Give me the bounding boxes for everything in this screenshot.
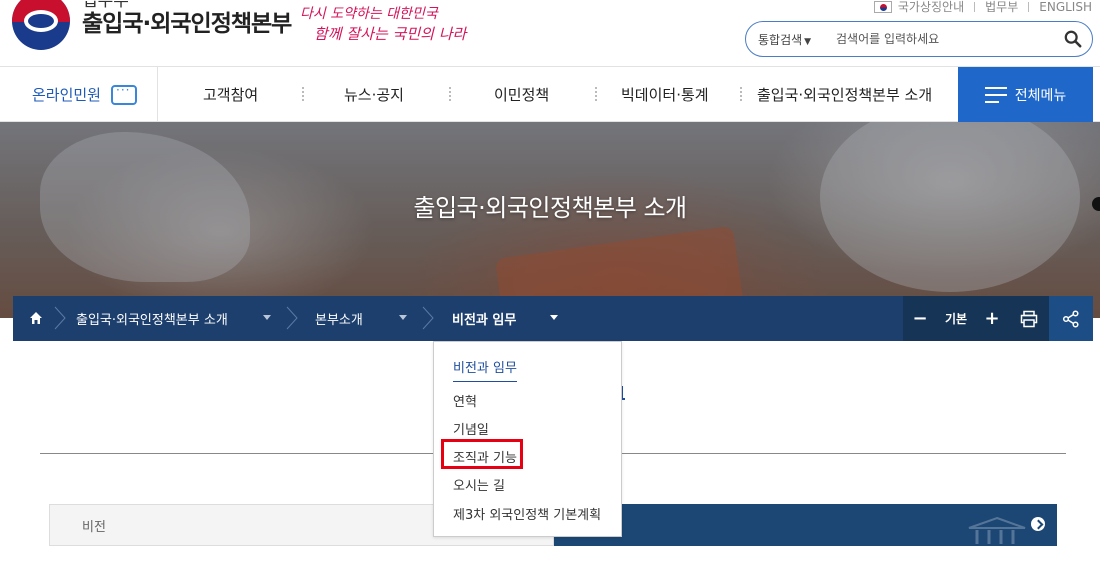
dropdown-item-organization[interactable]: 조직과 기능 [453, 447, 517, 466]
breadcrumb-dropdown-icon[interactable] [399, 315, 407, 320]
page-tools: − 기본 + [903, 296, 1093, 341]
breadcrumb-separator-icon [422, 306, 434, 330]
dropdown-item-basic-plan[interactable]: 제3차 외국인정책 기본계획 [453, 504, 601, 523]
chevron-down-icon: ▼ [804, 36, 812, 47]
breadcrumb-item-about[interactable]: 출입국·외국인정책본부 소개 [76, 296, 228, 341]
nav-divider [449, 87, 451, 101]
arrow-right-icon [1031, 517, 1045, 531]
divider [1028, 1, 1030, 12]
site-logo[interactable]: 법무부 출입국·외국인정책본부 [12, 0, 292, 50]
search-icon[interactable] [1064, 30, 1082, 48]
search-input[interactable] [834, 31, 1054, 47]
search-category-label: 통합검색 [758, 32, 803, 47]
slogan-line-1: 다시 도약하는 대한민국 [300, 6, 438, 22]
breadcrumb-item-vision[interactable]: 비전과 임무 [452, 296, 516, 341]
font-decrease-button[interactable]: − [905, 296, 935, 341]
breadcrumb-item-headquarters[interactable]: 본부소개 [315, 296, 363, 341]
util-link-english[interactable]: ENGLISH [1039, 0, 1092, 14]
search-category-select[interactable]: 통합검색 ▼ [758, 31, 822, 48]
all-menu-label: 전체메뉴 [1014, 87, 1067, 104]
breadcrumb-dropdown-icon[interactable] [263, 315, 271, 320]
dropdown-item-history[interactable]: 연혁 [453, 391, 477, 410]
search-box: 통합검색 ▼ [745, 21, 1093, 57]
site-header: 법무부 출입국·외국인정책본부 다시 도약하는 대한민국 함께 잘사는 국민의 … [0, 0, 1100, 66]
util-link-ministry[interactable]: 법무부 [985, 0, 1018, 15]
building-icon [968, 516, 1026, 544]
online-petition-button[interactable]: 온라인민원 [12, 67, 158, 122]
nav-item-news[interactable]: 뉴스·공지 [344, 67, 404, 122]
nav-item-about[interactable]: 출입국·외국인정책본부 소개 [757, 67, 932, 122]
home-icon[interactable] [29, 311, 43, 325]
main-navigation: 온라인민원 고객참여 뉴스·공지 이민정책 빅데이터·통계 출입국·외국인정책본… [0, 66, 1100, 122]
dropdown-item-anniversary[interactable]: 기념일 [453, 419, 489, 438]
utility-links: 국가상징안내 법무부 ENGLISH [873, 0, 1092, 15]
share-icon [1062, 309, 1079, 328]
slogan-line-2: 함께 잘사는 국민의 나라 [314, 25, 467, 43]
font-increase-button[interactable]: + [977, 296, 1007, 341]
nav-divider [302, 87, 304, 101]
divider [974, 1, 976, 12]
breadcrumb-dropdown-icon[interactable] [550, 315, 558, 320]
online-petition-label: 온라인민원 [31, 86, 101, 104]
breadcrumb-dropdown-menu: 비전과 임무 연혁 기념일 조직과 기능 오시는 길 제3차 외국인정책 기본계… [433, 341, 622, 537]
page-title: 출입국·외국인정책본부 소개 [413, 194, 687, 222]
breadcrumb-separator-icon [54, 306, 66, 330]
ministry-name: 법무부 [82, 0, 129, 11]
tab-link-banner[interactable] [554, 504, 1057, 546]
font-size-label: 기본 [944, 312, 968, 326]
org-name: 출입국·외국인정책본부 [82, 11, 292, 37]
util-link-national-symbols[interactable]: 국가상징안내 [898, 0, 964, 15]
share-button[interactable] [1049, 296, 1093, 341]
chat-bubble-icon [111, 83, 137, 105]
government-emblem-icon [12, 0, 70, 50]
nav-item-customer[interactable]: 고객참여 [203, 67, 258, 122]
print-button[interactable] [1009, 296, 1049, 341]
breadcrumb-separator-icon [286, 306, 298, 330]
scroll-indicator-icon [1092, 197, 1100, 211]
dropdown-item-directions[interactable]: 오시는 길 [453, 475, 505, 494]
dropdown-item-vision[interactable]: 비전과 임무 [453, 357, 517, 382]
slogan: 다시 도약하는 대한민국 함께 잘사는 국민의 나라 [300, 4, 466, 44]
nav-item-immigration-policy[interactable]: 이민정책 [494, 67, 549, 122]
breadcrumb: 출입국·외국인정책본부 소개 본부소개 비전과 임무 − 기본 + [13, 296, 1093, 341]
print-icon [1020, 310, 1038, 327]
page-banner: 출입국·외국인정책본부 소개 [0, 122, 1100, 318]
nav-item-bigdata[interactable]: 빅데이터·통계 [621, 67, 709, 122]
hamburger-icon [984, 86, 1007, 103]
nav-divider [740, 87, 742, 101]
korea-flag-icon [873, 0, 892, 13]
nav-divider [595, 87, 597, 101]
all-menu-button[interactable]: 전체메뉴 [958, 67, 1093, 122]
